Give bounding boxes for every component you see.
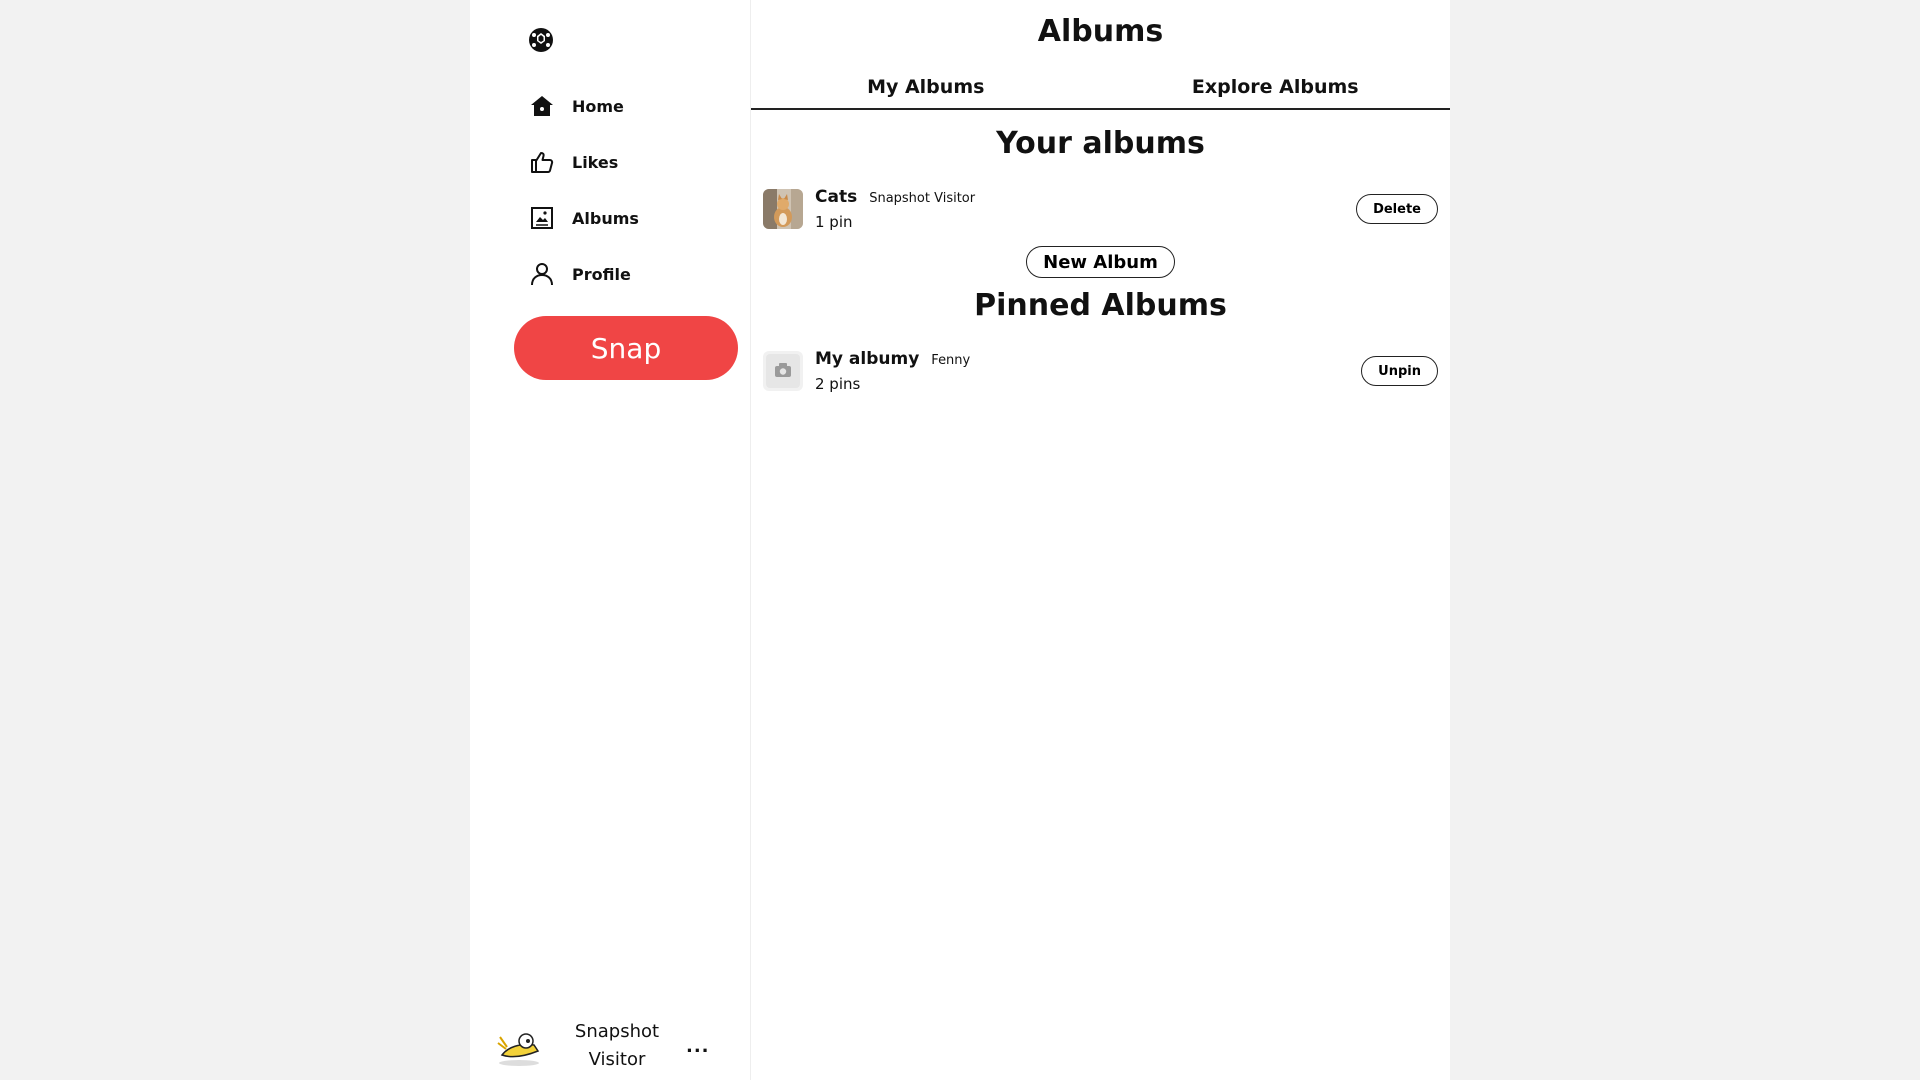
person-icon: [528, 260, 556, 288]
album-thumbnail: [763, 189, 803, 229]
album-tabs: My Albums Explore Albums: [751, 76, 1450, 110]
album-name[interactable]: Cats: [815, 187, 857, 207]
album-pin-count: 2 pins: [815, 375, 861, 393]
album-row[interactable]: My albumy Fenny 2 pins Unpin: [751, 344, 1450, 398]
unpin-album-button[interactable]: Unpin: [1361, 356, 1438, 386]
sidebar-item-label: Profile: [572, 264, 631, 284]
album-row[interactable]: Cats Snapshot Visitor 1 pin Delete: [751, 182, 1450, 236]
album-owner: Snapshot Visitor: [869, 191, 976, 206]
tab-my-albums[interactable]: My Albums: [751, 76, 1101, 108]
main-content: Albums My Albums Explore Albums Your alb…: [751, 0, 1450, 1080]
user-menu[interactable]: Snapshot Visitor ...: [494, 1016, 734, 1076]
sidebar-item-albums[interactable]: Albums: [528, 204, 639, 232]
album-name[interactable]: My albumy: [815, 349, 919, 369]
page-title: Albums: [1037, 14, 1164, 49]
new-album-wrap: New Album: [751, 246, 1450, 278]
album-icon: [528, 204, 556, 232]
sidebar: Home Likes Albums Profile Snap Snapshot …: [470, 0, 751, 1080]
app-shell: Home Likes Albums Profile Snap Snapshot …: [470, 0, 1450, 1080]
more-options-icon[interactable]: ...: [686, 1036, 710, 1057]
album-pin-count: 1 pin: [815, 213, 853, 231]
album-thumbnail: [763, 351, 803, 391]
sidebar-item-label: Albums: [572, 208, 639, 228]
sidebar-item-label: Likes: [572, 152, 619, 172]
snap-button[interactable]: Snap: [514, 316, 738, 380]
delete-album-button[interactable]: Delete: [1356, 194, 1438, 224]
avatar[interactable]: [494, 1021, 544, 1071]
pinned-albums-heading: Pinned Albums: [974, 288, 1227, 323]
sidebar-item-profile[interactable]: Profile: [528, 260, 639, 288]
sidebar-item-home[interactable]: Home: [528, 92, 639, 120]
album-info: Cats Snapshot Visitor 1 pin: [815, 187, 1356, 231]
turtle-shell-icon[interactable]: [528, 27, 554, 53]
thumbs-up-icon: [528, 148, 556, 176]
your-albums-heading: Your albums: [996, 126, 1205, 161]
new-album-button[interactable]: New Album: [1026, 246, 1175, 278]
user-name: Snapshot Visitor: [574, 1021, 660, 1070]
sidebar-item-label: Home: [572, 96, 624, 116]
sidebar-nav: Home Likes Albums Profile: [528, 92, 639, 316]
album-owner: Fenny: [931, 353, 971, 368]
home-icon: [528, 92, 556, 120]
tab-explore-albums[interactable]: Explore Albums: [1101, 76, 1451, 108]
sidebar-item-likes[interactable]: Likes: [528, 148, 639, 176]
album-info: My albumy Fenny 2 pins: [815, 349, 1361, 393]
